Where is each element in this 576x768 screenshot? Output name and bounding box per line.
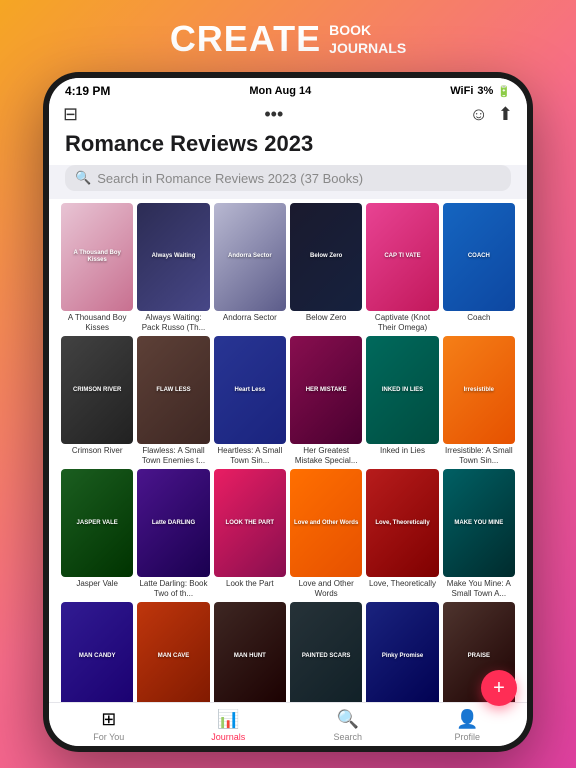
search-bar[interactable]: 🔍 Search in Romance Reviews 2023 (37 Boo… bbox=[65, 165, 511, 191]
nav-bar: ⊟ ••• ☺ ⬆ bbox=[49, 100, 527, 131]
list-item[interactable]: JASPER VALEJasper Vale bbox=[61, 469, 133, 598]
book-title: Love, Theoretically bbox=[366, 579, 438, 589]
wifi-icon: WiFi bbox=[450, 85, 473, 97]
nav-dots[interactable]: ••• bbox=[264, 104, 283, 125]
list-item[interactable]: MAN CAVEMan Cave bbox=[137, 602, 209, 702]
list-item[interactable]: Love and Other WordsLove and Other Words bbox=[290, 469, 362, 598]
list-item[interactable]: LOOK THE PARTLook the Part bbox=[214, 469, 286, 598]
nav-right-icons: ☺ ⬆ bbox=[470, 104, 513, 125]
list-item[interactable]: IrresistibleIrresistible: A Small Town S… bbox=[443, 336, 515, 465]
book-title: A Thousand Boy Kisses bbox=[61, 313, 133, 332]
book-title: Captivate (Knot Their Omega) bbox=[366, 313, 438, 332]
book-title: Inked in Lies bbox=[366, 446, 438, 456]
book-title: Irresistible: A Small Town Sin... bbox=[443, 446, 515, 465]
subtitle-line2: JOURNALS bbox=[329, 39, 406, 57]
book-title: Flawless: A Small Town Enemies t... bbox=[137, 446, 209, 465]
tab-icon-journals: 📊 bbox=[217, 709, 239, 730]
tab-label-for-you: For You bbox=[93, 732, 124, 742]
list-item[interactable]: CRIMSON RIVERCrimson River bbox=[61, 336, 133, 465]
app-header: CREATE BOOK JOURNALS bbox=[170, 0, 406, 72]
book-title: Look the Part bbox=[214, 579, 286, 589]
book-title: Always Waiting: Pack Russo (Th... bbox=[137, 313, 209, 332]
book-title: Coach bbox=[443, 313, 515, 323]
books-container: A Thousand Boy KissesA Thousand Boy Kiss… bbox=[49, 199, 527, 702]
books-grid: A Thousand Boy KissesA Thousand Boy Kiss… bbox=[61, 203, 515, 702]
list-item[interactable]: COACHCoach bbox=[443, 203, 515, 332]
list-item[interactable]: Love, TheoreticallyLove, Theoretically bbox=[366, 469, 438, 598]
status-right: WiFi 3% 🔋 bbox=[450, 85, 511, 98]
status-bar: 4:19 PM Mon Aug 14 WiFi 3% 🔋 bbox=[49, 78, 527, 100]
sidebar-toggle-icon[interactable]: ⊟ bbox=[63, 104, 78, 125]
tab-label-journals: Journals bbox=[211, 732, 245, 742]
book-title: Make You Mine: A Small Town A... bbox=[443, 579, 515, 598]
page-title-area: Romance Reviews 2023 bbox=[49, 131, 527, 165]
list-item[interactable]: MAKE YOU MINEMake You Mine: A Small Town… bbox=[443, 469, 515, 598]
page-title: Romance Reviews 2023 bbox=[65, 131, 511, 157]
smiley-icon[interactable]: ☺ bbox=[470, 104, 488, 125]
add-button[interactable]: + bbox=[481, 670, 517, 706]
list-item[interactable]: INKED IN LIESInked in Lies bbox=[366, 336, 438, 465]
tab-search[interactable]: 🔍 Search bbox=[288, 709, 408, 742]
book-title: Heartless: A Small Town Sin... bbox=[214, 446, 286, 465]
list-item[interactable]: Pinky PromisePinky Promise bbox=[366, 602, 438, 702]
subtitle-line1: BOOK bbox=[329, 21, 406, 39]
book-title: Below Zero bbox=[290, 313, 362, 323]
book-title: Latte Darling: Book Two of th... bbox=[137, 579, 209, 598]
status-time: 4:19 PM bbox=[65, 84, 110, 98]
share-icon[interactable]: ⬆ bbox=[498, 104, 513, 125]
device-screen: 4:19 PM Mon Aug 14 WiFi 3% 🔋 ⊟ ••• ☺ ⬆ R… bbox=[49, 78, 527, 746]
tab-icon-search: 🔍 bbox=[337, 709, 359, 730]
create-label: CREATE bbox=[170, 18, 321, 60]
book-title: Crimson River bbox=[61, 446, 133, 456]
list-item[interactable]: HER MISTAKEHer Greatest Mistake Special.… bbox=[290, 336, 362, 465]
tab-label-search: Search bbox=[333, 732, 362, 742]
list-item[interactable]: FLAW LESSFlawless: A Small Town Enemies … bbox=[137, 336, 209, 465]
list-item[interactable]: Below ZeroBelow Zero bbox=[290, 203, 362, 332]
book-title: Her Greatest Mistake Special... bbox=[290, 446, 362, 465]
header-subtitle: BOOK JOURNALS bbox=[329, 21, 406, 57]
book-title: Andorra Sector bbox=[214, 313, 286, 323]
list-item[interactable]: PAINTED SCARSPainted Scars: An Opposites… bbox=[290, 602, 362, 702]
list-item[interactable]: Andorra SectorAndorra Sector bbox=[214, 203, 286, 332]
book-title: Jasper Vale bbox=[61, 579, 133, 589]
search-icon: 🔍 bbox=[75, 170, 91, 186]
tab-label-profile: Profile bbox=[454, 732, 480, 742]
battery-percent: 3% bbox=[477, 85, 493, 97]
list-item[interactable]: Latte DARLINGLatte Darling: Book Two of … bbox=[137, 469, 209, 598]
tab-icon-for-you: ⊞ bbox=[101, 709, 116, 730]
tab-bar: ⊞ For You 📊 Journals 🔍 Search 👤 Profile bbox=[49, 702, 527, 746]
battery-icon: 🔋 bbox=[497, 85, 511, 98]
list-item[interactable]: MAN CANDYMan Candy (On A Manhunt Boo... bbox=[61, 602, 133, 702]
device-frame: 4:19 PM Mon Aug 14 WiFi 3% 🔋 ⊟ ••• ☺ ⬆ R… bbox=[43, 72, 533, 752]
list-item[interactable]: A Thousand Boy KissesA Thousand Boy Kiss… bbox=[61, 203, 133, 332]
status-date: Mon Aug 14 bbox=[249, 85, 311, 97]
list-item[interactable]: CAP TI VATECaptivate (Knot Their Omega) bbox=[366, 203, 438, 332]
list-item[interactable]: Heart LessHeartless: A Small Town Sin... bbox=[214, 336, 286, 465]
search-placeholder: Search in Romance Reviews 2023 (37 Books… bbox=[97, 171, 363, 186]
tab-journals[interactable]: 📊 Journals bbox=[169, 709, 289, 742]
tab-icon-profile: 👤 bbox=[456, 709, 478, 730]
book-title: Love and Other Words bbox=[290, 579, 362, 598]
tab-for-you[interactable]: ⊞ For You bbox=[49, 709, 169, 742]
list-item[interactable]: Always WaitingAlways Waiting: Pack Russo… bbox=[137, 203, 209, 332]
list-item[interactable]: MAN HUNTMan Hunt bbox=[214, 602, 286, 702]
tab-profile[interactable]: 👤 Profile bbox=[408, 709, 528, 742]
